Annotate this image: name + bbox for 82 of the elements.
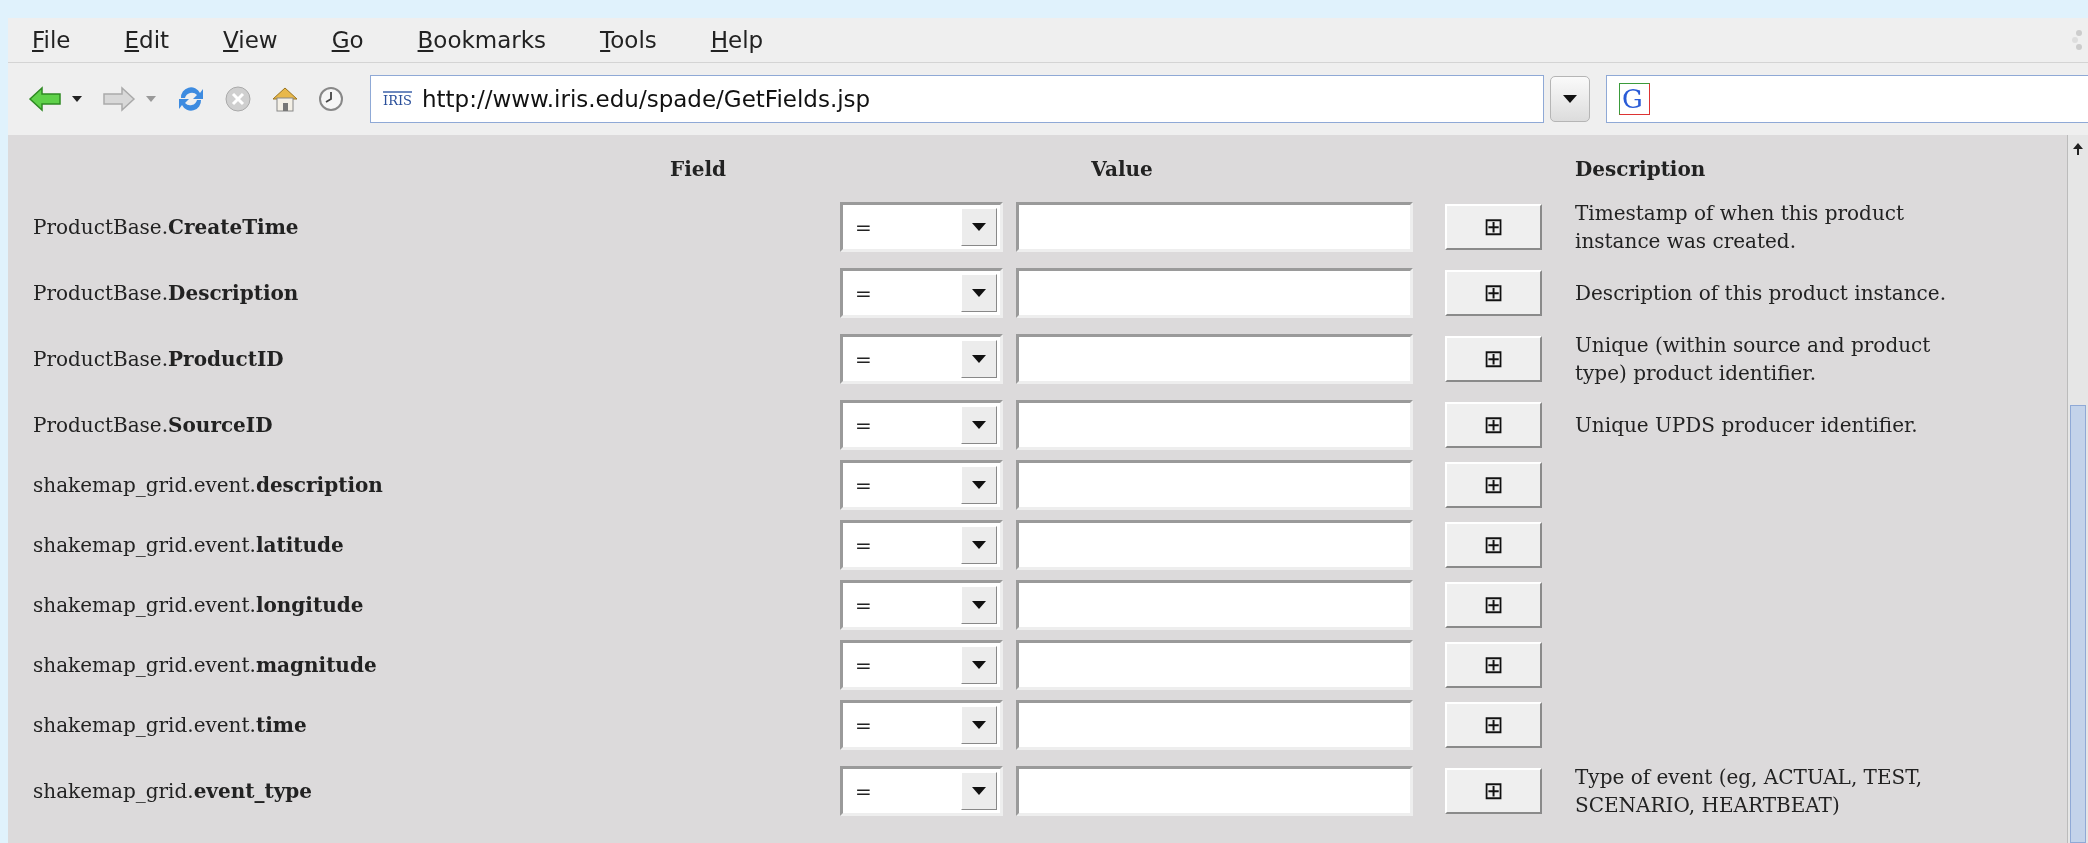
add-button[interactable]: ⊞: [1445, 402, 1542, 448]
column-header: Field: [668, 157, 728, 181]
caret-icon: [972, 223, 986, 231]
operator-select[interactable]: =: [840, 640, 1003, 690]
field-name: shakemap_grid.event.description: [33, 473, 384, 497]
add-button[interactable]: ⊞: [1445, 522, 1542, 568]
field-description: Unique (within source and product type) product identifier.: [1575, 332, 1931, 387]
field-name: ProductBase.SourceID: [33, 413, 274, 437]
add-button[interactable]: ⊞: [1445, 204, 1542, 250]
field-name: ProductBase.ProductID: [33, 347, 285, 371]
menu-item[interactable]: File: [32, 27, 71, 53]
field-name: shakemap_grid.event.longitude: [33, 593, 365, 617]
home-icon[interactable]: [270, 85, 300, 113]
reload-icon[interactable]: [176, 84, 206, 114]
caret-icon: [972, 787, 986, 795]
operator-select[interactable]: =: [840, 520, 1003, 570]
operator-select[interactable]: =: [840, 268, 1003, 318]
value-field[interactable]: [1016, 640, 1413, 690]
forward-arrow-icon[interactable]: [102, 85, 136, 113]
search-field[interactable]: G: [1606, 75, 2088, 123]
field-name: shakemap_grid.event.magnitude: [33, 653, 378, 677]
add-button[interactable]: ⊞: [1445, 270, 1542, 316]
url-text: http://www.iris.edu/spade/GetFields.jsp: [421, 86, 871, 112]
value-field[interactable]: [1016, 580, 1413, 630]
menu-item[interactable]: View: [223, 27, 278, 53]
menu-item[interactable]: Bookmarks: [417, 27, 547, 53]
scrollbar-thumb[interactable]: [2070, 405, 2086, 843]
field-name: ProductBase.Description: [33, 281, 300, 305]
caret-icon: [1563, 95, 1577, 103]
add-button[interactable]: ⊞: [1445, 582, 1542, 628]
value-field[interactable]: [1016, 202, 1413, 252]
operator-select[interactable]: =: [840, 202, 1003, 252]
address-field[interactable]: IRIS http://www.iris.edu/spade/GetFields.jsp: [370, 75, 1544, 123]
value-field[interactable]: [1016, 700, 1413, 750]
value-field[interactable]: [1016, 766, 1413, 816]
stop-icon[interactable]: [224, 85, 252, 113]
add-button[interactable]: ⊞: [1445, 336, 1542, 382]
operator-select[interactable]: =: [840, 334, 1003, 384]
value-field[interactable]: [1016, 400, 1413, 450]
add-button[interactable]: ⊞: [1445, 462, 1542, 508]
dropdown-button[interactable]: [1550, 76, 1590, 122]
value-field[interactable]: [1016, 460, 1413, 510]
operator-select[interactable]: =: [840, 460, 1003, 510]
menu-item[interactable]: Help: [710, 27, 764, 53]
caret-icon: [972, 421, 986, 429]
field-description: Unique UPDS producer identifier.: [1575, 412, 1918, 439]
add-button[interactable]: ⊞: [1445, 702, 1542, 748]
site-logo: IRIS: [383, 90, 412, 108]
menu-item[interactable]: Go: [331, 27, 364, 53]
caret-icon: [972, 541, 986, 549]
operator-select[interactable]: =: [840, 700, 1003, 750]
caret-icon: [972, 355, 986, 363]
field-name: shakemap_grid.event.latitude: [33, 533, 345, 557]
field-description: Type of event (eg, ACTUAL, TEST, SCENARIO, HEARTBEAT): [1575, 764, 1922, 819]
caret-icon: [972, 721, 986, 729]
field-name: shakemap_grid.event.time: [33, 713, 308, 737]
caret-icon: [972, 601, 986, 609]
caret-icon[interactable]: [72, 96, 82, 102]
caret-icon: [972, 661, 986, 669]
scrollbar[interactable]: [2067, 135, 2088, 843]
clock-icon[interactable]: [318, 86, 344, 112]
value-field[interactable]: [1016, 334, 1413, 384]
column-header: Description: [1575, 157, 1706, 181]
operator-select[interactable]: =: [840, 766, 1003, 816]
field-description: Description of this product instance.: [1575, 280, 1946, 307]
add-button[interactable]: ⊞: [1445, 768, 1542, 814]
field-name: ProductBase.CreateTime: [33, 215, 300, 239]
add-button[interactable]: ⊞: [1445, 642, 1542, 688]
field-description: Timestamp of when this product instance was created.: [1575, 200, 1905, 255]
value-field[interactable]: [1016, 268, 1413, 318]
field-name: shakemap_grid.event_type: [33, 779, 314, 803]
caret-icon: [972, 481, 986, 489]
operator-select[interactable]: =: [840, 580, 1003, 630]
back-arrow-icon[interactable]: [28, 85, 62, 113]
operator-select[interactable]: =: [840, 400, 1003, 450]
menu-item[interactable]: Tools: [600, 27, 657, 53]
value-field[interactable]: [1016, 520, 1413, 570]
column-header: Value: [1090, 157, 1154, 181]
scroll-up-icon[interactable]: [2073, 143, 2083, 155]
caret-icon: [972, 289, 986, 297]
menu-item[interactable]: Edit: [124, 27, 170, 53]
search-engine-button[interactable]: G: [1619, 83, 1650, 115]
